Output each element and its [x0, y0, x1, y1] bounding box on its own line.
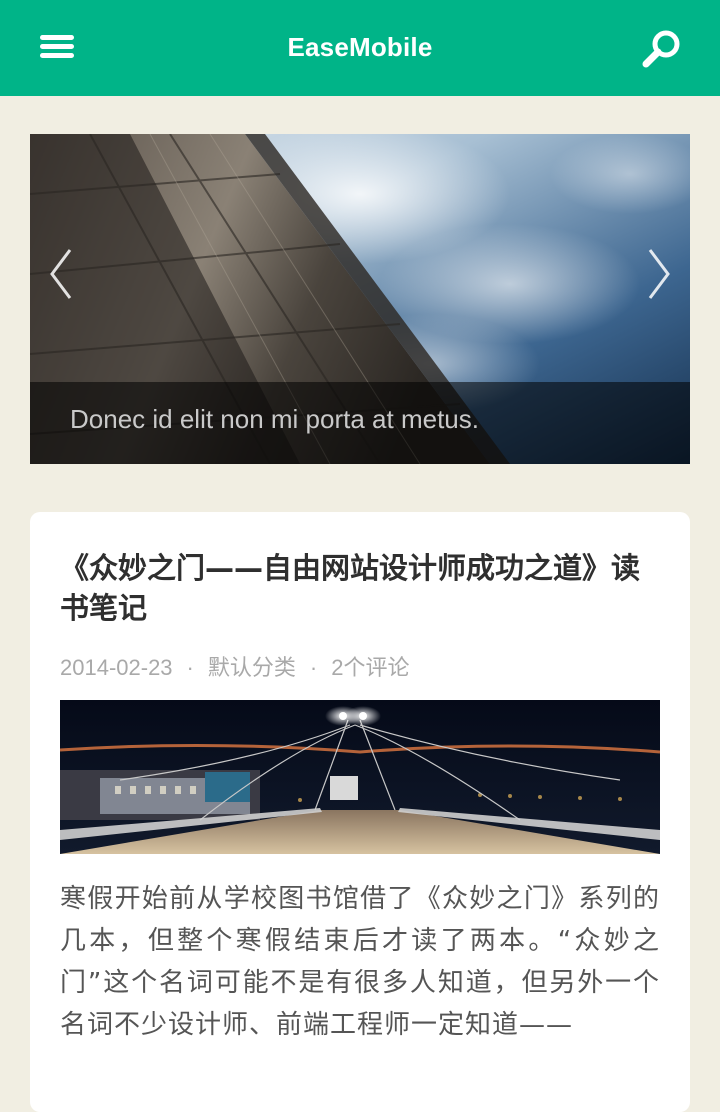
- app-title: EaseMobile: [287, 32, 433, 62]
- menu-line: [40, 53, 74, 58]
- image-carousel[interactable]: Donec id elit non mi porta at metus.: [30, 134, 690, 464]
- chevron-left-icon[interactable]: [42, 242, 82, 306]
- hamburger-menu-icon[interactable]: [40, 33, 76, 61]
- menu-line: [40, 44, 74, 49]
- post-comments-link[interactable]: 2个评论: [331, 655, 409, 680]
- post-card: 《众妙之门——自由网站设计师成功之道》读书笔记 2014-02-23 · 默认分类 ·…: [30, 512, 690, 1112]
- post-meta: 2014-02-23 · 默认分类 · 2个评论: [60, 650, 409, 682]
- post-thumbnail[interactable]: [60, 700, 660, 854]
- chevron-right-icon[interactable]: [638, 242, 678, 306]
- post-date: 2014-02-23: [60, 655, 173, 680]
- carousel-caption: Donec id elit non mi porta at metus.: [70, 404, 479, 434]
- menu-line: [40, 35, 74, 40]
- top-app-bar: EaseMobile: [0, 0, 720, 96]
- carousel-caption-bar: Donec id elit non mi porta at metus.: [30, 382, 690, 464]
- post-excerpt: 寒假开始前从学校图书馆借了《众妙之门》系列的几本，但整个寒假结束后才读了两本。“…: [60, 884, 660, 1040]
- search-icon[interactable]: [640, 28, 684, 70]
- post-title[interactable]: 《众妙之门——自由网站设计师成功之道》读书笔记: [60, 548, 660, 628]
- meta-separator: ·: [309, 655, 318, 680]
- post-category-link[interactable]: 默认分类: [208, 655, 296, 680]
- meta-separator: ·: [186, 655, 194, 680]
